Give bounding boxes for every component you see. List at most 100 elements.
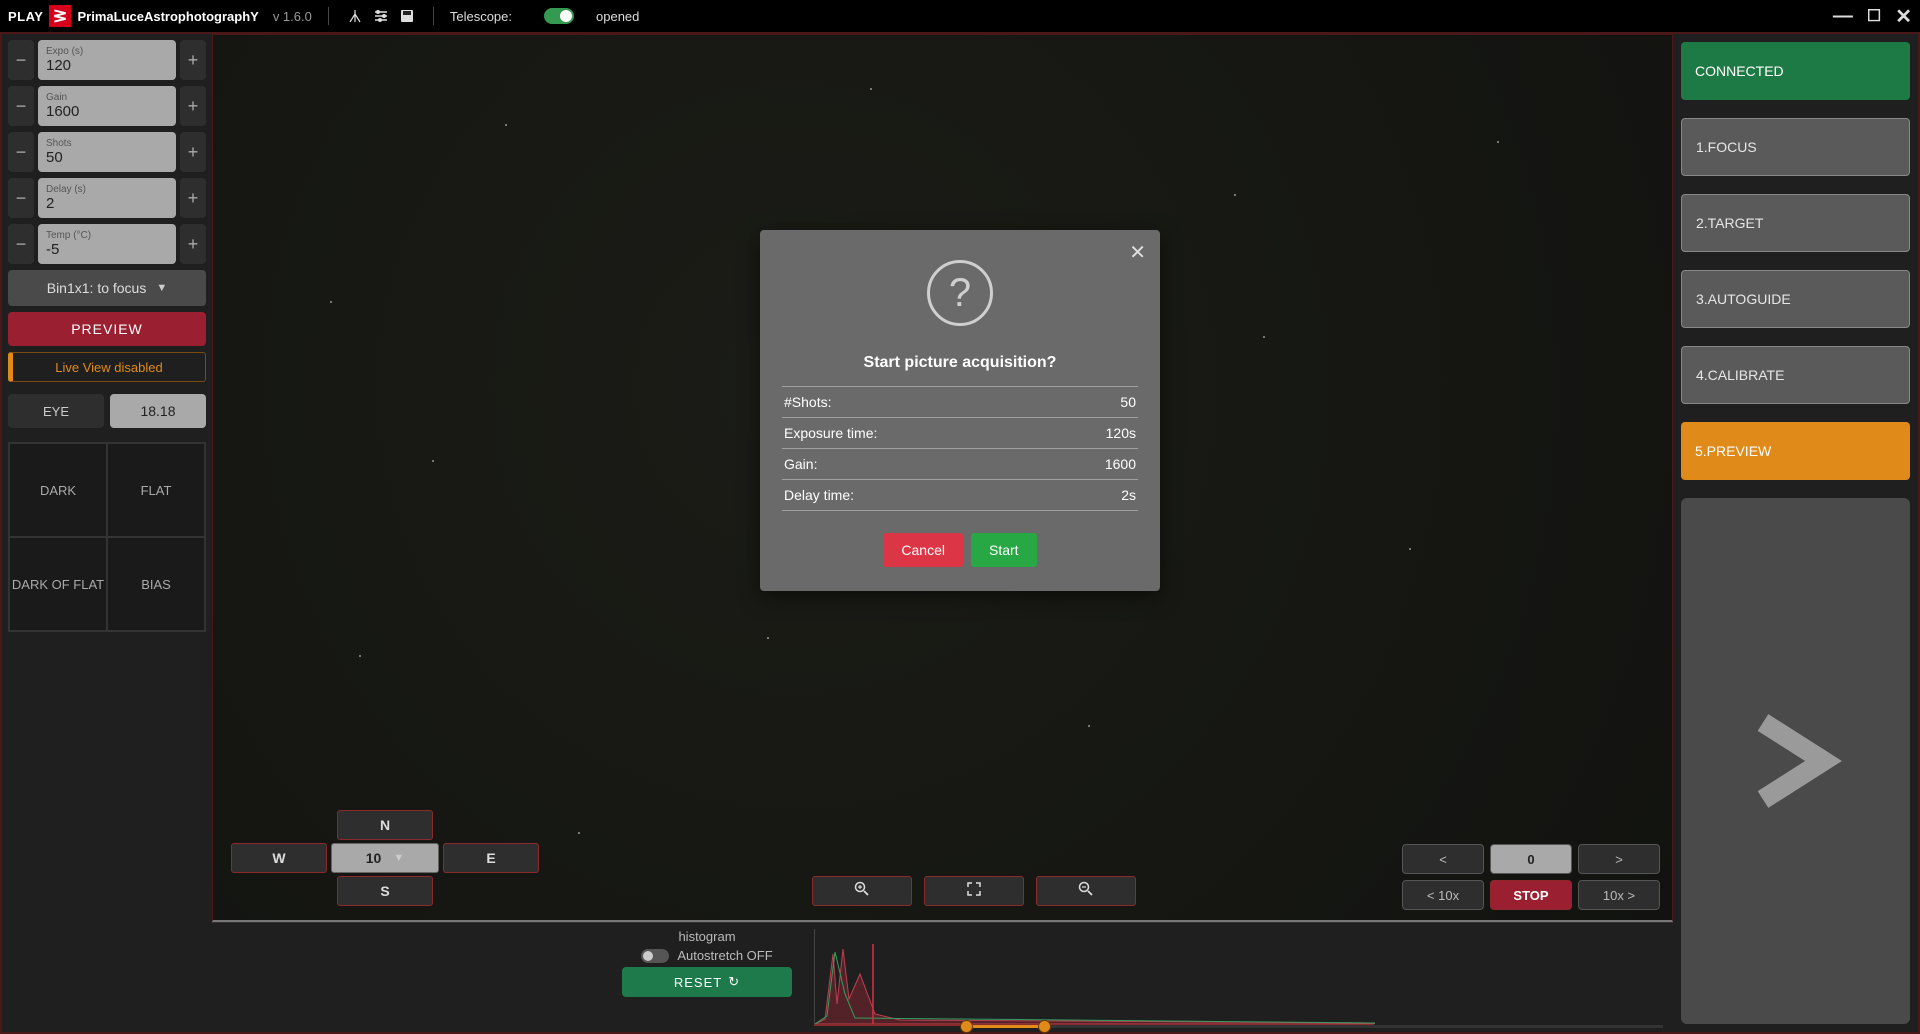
gain-field[interactable]: Gain 1600 xyxy=(38,86,176,126)
preview-button[interactable]: PREVIEW xyxy=(8,312,206,346)
temp-value: -5 xyxy=(46,241,168,258)
go-button[interactable] xyxy=(1681,498,1910,1024)
shots-value: 50 xyxy=(46,149,168,166)
zoom-controls xyxy=(774,876,1174,906)
zoom-in-button[interactable] xyxy=(812,876,912,906)
expo-field[interactable]: Expo (s) 120 xyxy=(38,40,176,80)
zoom-out-button[interactable] xyxy=(1036,876,1136,906)
delay-value: 2 xyxy=(46,195,168,212)
binning-select[interactable]: Bin1x1: to focus ▼ xyxy=(8,270,206,306)
eye-button[interactable]: EYE xyxy=(8,394,104,428)
right-panel: CONNECTED 1.FOCUS 2.TARGET 3.AUTOGUIDE 4… xyxy=(1673,34,1918,1032)
delay-field[interactable]: Delay (s) 2 xyxy=(38,178,176,218)
frame-navigator: < 0 > < 10x STOP 10x > xyxy=(1402,844,1660,910)
telescope-switch[interactable] xyxy=(544,8,574,24)
move-north-button[interactable]: N xyxy=(337,810,433,840)
frame-fwd10-button[interactable]: 10x > xyxy=(1578,880,1660,910)
liveview-label: Live View disabled xyxy=(55,360,162,375)
shots-increment[interactable]: + xyxy=(180,132,206,172)
zoom-fit-button[interactable] xyxy=(924,876,1024,906)
move-speed-value: 10 xyxy=(366,850,382,866)
delay-increment[interactable]: + xyxy=(180,178,206,218)
temp-field[interactable]: Temp (°C) -5 xyxy=(38,224,176,264)
histogram-reset-button[interactable]: RESET ↻ xyxy=(622,967,792,997)
bias-button[interactable]: BIAS xyxy=(107,537,205,631)
move-east-button[interactable]: E xyxy=(443,843,539,873)
eye-value: 18.18 xyxy=(110,394,206,428)
modal-row-gain: Gain: 1600 xyxy=(782,449,1138,480)
gain-decrement[interactable]: − xyxy=(8,86,34,126)
modal-close-icon[interactable]: ✕ xyxy=(1129,240,1146,265)
telescope-status: opened xyxy=(596,9,639,24)
modal-cancel-button[interactable]: Cancel xyxy=(883,533,963,567)
frame-index: 0 xyxy=(1490,844,1572,874)
save-icon[interactable] xyxy=(397,6,417,26)
modal-row-delay: Delay time: 2s xyxy=(782,480,1138,511)
gain-label: Gain xyxy=(46,92,168,103)
stage-calibrate[interactable]: 4.CALIBRATE xyxy=(1681,346,1910,404)
histogram-chart[interactable] xyxy=(814,929,1374,1026)
temp-stepper: − Temp (°C) -5 + xyxy=(8,224,206,264)
refresh-icon: ↻ xyxy=(728,974,740,990)
left-panel: − Expo (s) 120 + − Gain 1600 + − Shots 5… xyxy=(2,34,212,1032)
frame-stop-button[interactable]: STOP xyxy=(1490,880,1572,910)
stage-preview[interactable]: 5.PREVIEW xyxy=(1681,422,1910,480)
app-version: v 1.6.0 xyxy=(273,9,312,24)
question-icon: ? xyxy=(927,260,993,326)
delay-decrement[interactable]: − xyxy=(8,178,34,218)
expo-value: 120 xyxy=(46,57,168,74)
shots-field[interactable]: Shots 50 xyxy=(38,132,176,172)
telescope-label: Telescope: xyxy=(450,9,512,24)
expo-stepper: − Expo (s) 120 + xyxy=(8,40,206,80)
autostretch-label: Autostretch OFF xyxy=(677,948,772,963)
histogram-panel: histogram Autostretch OFF RESET ↻ xyxy=(212,922,1673,1032)
gain-stepper: − Gain 1600 + xyxy=(8,86,206,126)
liveview-status[interactable]: Live View disabled xyxy=(8,352,206,382)
stage-autoguide[interactable]: 3.AUTOGUIDE xyxy=(1681,270,1910,328)
move-speed-select[interactable]: 10 ▼ xyxy=(331,843,439,873)
sliders-icon[interactable] xyxy=(371,6,391,26)
move-west-button[interactable]: W xyxy=(231,843,327,873)
temp-label: Temp (°C) xyxy=(46,230,168,241)
connected-status[interactable]: CONNECTED xyxy=(1681,42,1910,100)
frame-back10-button[interactable]: < 10x xyxy=(1402,880,1484,910)
reset-label: RESET xyxy=(674,975,722,990)
calibration-frames: DARK FLAT DARK OF FLAT BIAS xyxy=(8,442,206,632)
chevron-down-icon: ▼ xyxy=(156,282,167,294)
dark-button[interactable]: DARK xyxy=(9,443,107,537)
directional-pad: N W 10 ▼ E S xyxy=(225,810,545,910)
gain-increment[interactable]: + xyxy=(180,86,206,126)
histogram-slider[interactable] xyxy=(960,1020,1663,1034)
expo-label: Expo (s) xyxy=(46,46,168,57)
app-brand: PrimaLuceAstrophotographY xyxy=(77,9,258,24)
temp-increment[interactable]: + xyxy=(180,224,206,264)
autostretch-switch[interactable] xyxy=(641,949,669,963)
tripod-icon[interactable] xyxy=(345,6,365,26)
start-acquisition-modal: ✕ ? Start picture acquisition? #Shots: 5… xyxy=(760,230,1160,591)
flat-button[interactable]: FLAT xyxy=(107,443,205,537)
expo-decrement[interactable]: − xyxy=(8,40,34,80)
shots-label: Shots xyxy=(46,138,168,149)
modal-start-button[interactable]: Start xyxy=(971,533,1037,567)
window-minimize-icon[interactable]: — xyxy=(1833,5,1853,28)
topbar: PLAY PrimaLuceAstrophotographY v 1.6.0 T… xyxy=(0,0,1920,32)
chevron-down-icon: ▼ xyxy=(393,852,404,864)
shots-stepper: − Shots 50 + xyxy=(8,132,206,172)
window-close-icon[interactable]: ✕ xyxy=(1895,4,1912,29)
shots-decrement[interactable]: − xyxy=(8,132,34,172)
window-maximize-icon[interactable]: ☐ xyxy=(1867,6,1881,26)
stage-target[interactable]: 2.TARGET xyxy=(1681,194,1910,252)
modal-row-shots: #Shots: 50 xyxy=(782,387,1138,418)
delay-stepper: − Delay (s) 2 + xyxy=(8,178,206,218)
dark-of-flat-button[interactable]: DARK OF FLAT xyxy=(9,537,107,631)
frame-prev-button[interactable]: < xyxy=(1402,844,1484,874)
delay-label: Delay (s) xyxy=(46,184,168,195)
stage-focus[interactable]: 1.FOCUS xyxy=(1681,118,1910,176)
app-logo-icon xyxy=(49,5,71,27)
expo-increment[interactable]: + xyxy=(180,40,206,80)
binning-value: Bin1x1: to focus xyxy=(47,280,147,296)
move-south-button[interactable]: S xyxy=(337,876,433,906)
modal-row-exposure: Exposure time: 120s xyxy=(782,418,1138,449)
frame-next-button[interactable]: > xyxy=(1578,844,1660,874)
temp-decrement[interactable]: − xyxy=(8,224,34,264)
